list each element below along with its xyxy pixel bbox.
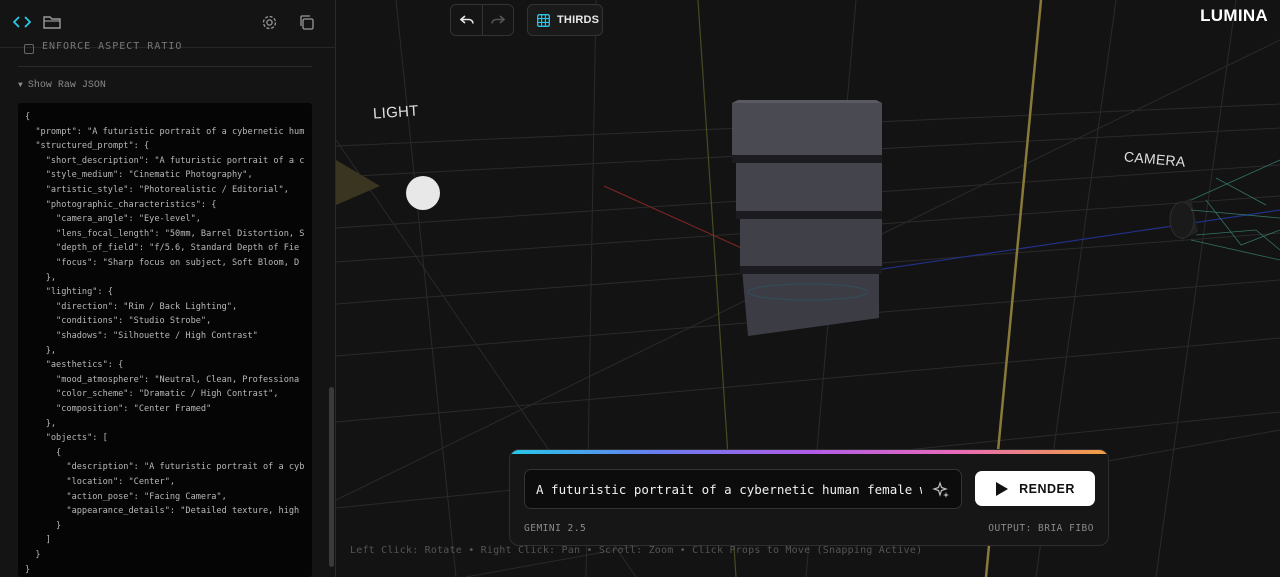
light-sphere [406,176,440,210]
code-line: "action_pose": "Facing Camera", [25,491,227,502]
folder-icon[interactable] [40,10,64,34]
thirds-toggle-button[interactable]: THIRDS [527,4,603,36]
code-line: "lens_focal_length": "50mm, Barrel Disto… [25,228,305,239]
code-line: "prompt": "A futuristic portrait of a cy… [25,126,305,137]
code-line: "short_description": "A futuristic portr… [25,155,305,166]
sidebar-scrollbar[interactable] [329,387,334,567]
prompt-panel: A futuristic portrait of a cybernetic hu… [509,449,1109,546]
play-icon [996,481,1009,496]
light-label: LIGHT [372,102,420,123]
code-line: "photographic_characteristics": { [25,199,217,210]
undo-button[interactable] [451,5,482,35]
model-label: GEMINI 2.5 [524,523,587,534]
x-axis-line [603,185,747,251]
caret-down-icon: ▼ [18,81,23,90]
code-line: "lighting": { [25,287,113,298]
redo-icon [491,15,505,24]
controls-hint: Left Click: Rotate • Right Click: Pan • … [350,545,923,556]
3d-viewport[interactable]: THIRDS LUMINA LIGHT CAMERA A futuristic … [336,0,1280,577]
aspect-ratio-label: ENFORCE ASPECT RATIO [42,41,183,52]
subject-model [732,100,882,336]
render-button[interactable]: RENDER [975,471,1095,506]
prompt-input-text[interactable]: A futuristic portrait of a cybernetic hu… [536,482,922,497]
sparkle-icon[interactable] [931,480,951,500]
prompt-gradient-bar [510,450,1108,454]
show-raw-json-label: Show Raw JSON [27,80,106,91]
sidebar: ENFORCE ASPECT RATIO ▼ Show Raw JSON { "… [0,0,336,577]
gear-icon[interactable] [257,10,281,34]
code-line: "color_scheme": "Dramatic / High Contras… [25,389,279,400]
code-line: { [25,112,31,122]
redo-button[interactable] [482,5,513,35]
raw-json-code[interactable]: { "prompt": "A futuristic portrait of a … [18,103,312,577]
brand-logo: LUMINA [1200,6,1268,25]
code-line: "shadows": "Silhouette / High Contrast" [25,331,258,341]
z-axis-line [875,209,1280,271]
code-line: "mood_atmosphere": "Neutral, Clean, Prof… [25,374,300,385]
show-raw-json-toggle[interactable]: ▼ Show Raw JSON [18,80,106,91]
output-label: OUTPUT: BRIA FIBO [988,523,1094,534]
code-icon[interactable] [10,10,34,34]
code-line: "description": "A futuristic portrait of… [25,462,305,473]
code-line: "location": "Center", [25,477,176,487]
code-line: "artistic_style": "Photorealistic / Edit… [25,185,289,195]
thirds-label: THIRDS [557,14,600,26]
code-line: } [25,564,31,575]
light-frustum [336,160,380,205]
undo-icon [459,15,474,24]
code-line: "focus": "Sharp focus on subject, Soft B… [25,258,300,268]
code-line: } [25,520,62,531]
code-line: ] [25,535,51,546]
code-line: "direction": "Rim / Back Lighting", [25,301,238,312]
code-line: }, [25,272,57,283]
code-line: }, [25,345,57,356]
copy-icon[interactable] [294,10,318,34]
code-line: "depth_of_field": "f/5.6, Standard Depth… [25,243,300,254]
code-line: "structured_prompt": { [25,141,150,152]
history-controls [450,4,514,36]
code-line: "conditions": "Studio Strobe", [25,316,212,327]
code-line: "composition": "Center Framed" [25,404,212,414]
code-line: "objects": [ [25,433,108,444]
render-label: RENDER [1019,481,1075,496]
aspect-ratio-option[interactable]: ENFORCE ASPECT RATIO [24,40,182,54]
grid-icon [537,13,550,27]
prompt-input[interactable]: A futuristic portrait of a cybernetic hu… [524,469,962,509]
divider [18,66,312,67]
code-line: }, [25,418,57,429]
aspect-ratio-checkbox[interactable] [24,44,34,54]
code-line: { [25,447,62,458]
code-line: "style_medium": "Cinematic Photography", [25,170,253,181]
camera-model [1169,159,1280,261]
code-line: } [25,550,41,560]
code-line: "appearance_details": "Detailed texture,… [25,506,300,517]
code-line: "aesthetics": { [25,360,124,371]
code-line: "camera_angle": "Eye-level", [25,214,201,225]
